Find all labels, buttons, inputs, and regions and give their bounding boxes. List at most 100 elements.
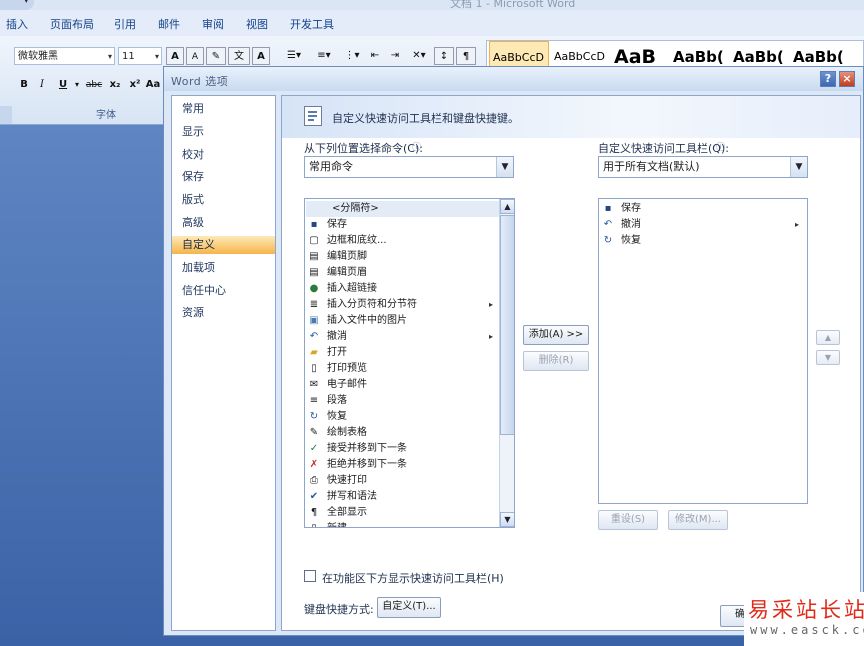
undo-icon: ↶ (309, 331, 319, 342)
list-item[interactable]: ▪ 保存 (305, 217, 499, 233)
chevron-down-icon[interactable]: ▾ (72, 76, 82, 94)
nav-item-display[interactable]: 显示 (172, 123, 275, 141)
nav-item-customize[interactable]: 自定义 (172, 236, 275, 254)
nav-item-popular[interactable]: 常用 (172, 100, 275, 118)
keyboard-shortcuts-label: 键盘快捷方式: (304, 603, 374, 616)
grow-font-button[interactable]: A (166, 47, 184, 65)
remove-button[interactable]: 删除(R) (523, 351, 589, 371)
asian-layout-icon[interactable]: ✕▾ (406, 47, 432, 65)
print-preview-icon: ▯ (311, 363, 317, 374)
quick-access-toolbar[interactable]: ▾ (0, 0, 34, 10)
superscript-button[interactable]: x² (126, 76, 144, 94)
list-item[interactable]: ▣ 插入文件中的图片 (305, 313, 499, 329)
bullets-icon[interactable]: ☰▾ (280, 47, 308, 65)
move-up-icon[interactable]: ▲ (816, 330, 840, 345)
bold-button[interactable]: B (16, 76, 32, 94)
close-button[interactable]: × (839, 71, 855, 87)
show-below-ribbon-checkbox[interactable] (304, 570, 316, 582)
scroll-thumb[interactable] (500, 215, 514, 435)
list-item[interactable]: ↻ 恢复 (305, 409, 499, 425)
font-size-combo[interactable]: 11 ▾ (118, 47, 162, 65)
list-item[interactable]: <分隔符> (306, 201, 499, 217)
list-item[interactable]: ▰ 打开 (305, 345, 499, 361)
add-button[interactable]: 添加(A) >> (523, 325, 589, 345)
chevron-down-icon[interactable]: ▾ (24, 0, 29, 6)
tab-page-layout[interactable]: 页面布局 (50, 16, 94, 32)
reset-button[interactable]: 重设(S) (598, 510, 658, 530)
tab-references[interactable]: 引用 (114, 16, 136, 32)
chevron-down-icon[interactable]: ▼ (496, 157, 513, 177)
list-item[interactable]: ● 插入超链接 (305, 281, 499, 297)
show-all-icon: ¶ (310, 507, 318, 518)
clear-format-icon[interactable]: ✎ (206, 47, 226, 65)
toolbar-list[interactable]: ▪ 保存 ↶ 撤消 ▸ ↻ 恢复 (598, 198, 808, 504)
nav-item-layout[interactable]: 版式 (172, 191, 275, 209)
tab-insert[interactable]: 插入 (6, 16, 28, 32)
list-item[interactable]: ≣ 插入分页符和分节符 ▸ (305, 297, 499, 313)
list-item[interactable]: ✔ 拼写和语法 (305, 489, 499, 505)
new-document-icon: ▯ (308, 523, 320, 527)
commands-list[interactable]: <分隔符> ▪ 保存 ▢ 边框和底纹... ▤ 编辑页脚 ▤ 编辑页眉 ● 插入超链接 ≣… (304, 198, 515, 528)
tab-mailings[interactable]: 邮件 (158, 16, 180, 32)
list-item[interactable]: ✉ 电子邮件 (305, 377, 499, 393)
nav-item-save[interactable]: 保存 (172, 168, 275, 186)
nav-item-trust-center[interactable]: 信任中心 (172, 282, 275, 300)
font-name-combo[interactable]: 微软雅黑 ▾ (14, 47, 115, 65)
show-below-ribbon-label: 在功能区下方显示快速访问工具栏(H) (322, 572, 504, 585)
list-item[interactable]: ▤ 编辑页眉 (305, 265, 499, 281)
list-item[interactable]: ↻ 恢复 (599, 233, 807, 249)
list-item[interactable]: ▯ 打印预览 (305, 361, 499, 377)
customize-toolbar-label: 自定义快速访问工具栏(Q): (598, 142, 729, 155)
list-item[interactable]: ✓ 接受并移到下一条 (305, 441, 499, 457)
commands-scrollbar[interactable]: ▲ ▼ (499, 199, 514, 527)
list-item[interactable]: ▪ 保存 (599, 201, 807, 217)
numbering-icon[interactable]: ≡▾ (310, 47, 338, 65)
character-border-icon[interactable]: A (252, 47, 270, 65)
move-down-icon[interactable]: ▼ (816, 350, 840, 365)
list-item[interactable]: ⎙ 快速打印 (305, 473, 499, 489)
list-item[interactable]: ↶ 撤消 ▸ (599, 217, 807, 233)
shrink-font-button[interactable]: A (186, 47, 204, 65)
list-item[interactable]: ▯新建 (305, 521, 499, 527)
submenu-arrow-icon: ▸ (489, 300, 494, 309)
spelling-icon: ✔ (309, 491, 319, 502)
increase-indent-icon[interactable]: ⇥ (386, 47, 404, 65)
list-item[interactable]: ✗ 拒绝并移到下一条 (305, 457, 499, 473)
help-button[interactable]: ? (820, 71, 836, 87)
multilevel-list-icon[interactable]: ⋮▾ (340, 47, 364, 65)
tab-review[interactable]: 审阅 (202, 16, 224, 32)
italic-button[interactable]: I (34, 76, 50, 94)
tab-developer[interactable]: 开发工具 (290, 16, 334, 32)
decrease-indent-icon[interactable]: ⇤ (366, 47, 384, 65)
nav-item-proofing[interactable]: 校对 (172, 146, 275, 164)
nav-item-resources[interactable]: 资源 (172, 304, 275, 322)
list-item[interactable]: ✎ 绘制表格 (305, 425, 499, 441)
change-case-button[interactable]: Aa (144, 76, 162, 94)
modify-button[interactable]: 修改(M)... (668, 510, 728, 530)
subscript-button[interactable]: x₂ (106, 76, 124, 94)
list-item[interactable]: ▤ 编辑页脚 (305, 249, 499, 265)
chevron-down-icon[interactable]: ▼ (790, 157, 807, 177)
nav-item-advanced[interactable]: 高级 (172, 214, 275, 232)
show-marks-icon[interactable]: ¶ (456, 47, 476, 65)
save-icon: ▪ (310, 219, 318, 230)
list-item[interactable]: ≡ 段落 (305, 393, 499, 409)
chevron-up-icon[interactable]: ▲ (500, 199, 514, 214)
strikethrough-button[interactable]: abc (84, 76, 104, 94)
customize-toolbar-select[interactable]: 用于所有文档(默认) ▼ (598, 156, 808, 178)
list-item[interactable]: ¶ 全部显示 (305, 505, 499, 521)
chevron-down-icon[interactable]: ▼ (500, 512, 514, 527)
list-item[interactable]: ↶ 撤消 ▸ (305, 329, 499, 345)
dialog-title-bar[interactable]: Word 选项 ? × (164, 67, 863, 91)
customize-shortcuts-button[interactable]: 自定义(T)... (377, 597, 441, 618)
choose-commands-select[interactable]: 常用命令 ▼ (304, 156, 514, 178)
nav-item-addins[interactable]: 加载项 (172, 259, 275, 277)
tab-view[interactable]: 视图 (246, 16, 268, 32)
underline-button[interactable]: U (54, 76, 72, 94)
chevron-down-icon[interactable]: ▾ (155, 48, 159, 66)
dialog-title: Word 选项 (171, 75, 229, 88)
chevron-down-icon[interactable]: ▾ (108, 48, 112, 66)
list-item[interactable]: ▢ 边框和底纹... (305, 233, 499, 249)
phonetic-guide-icon[interactable]: 文 (228, 47, 250, 65)
sort-icon[interactable]: ↕ (434, 47, 454, 65)
